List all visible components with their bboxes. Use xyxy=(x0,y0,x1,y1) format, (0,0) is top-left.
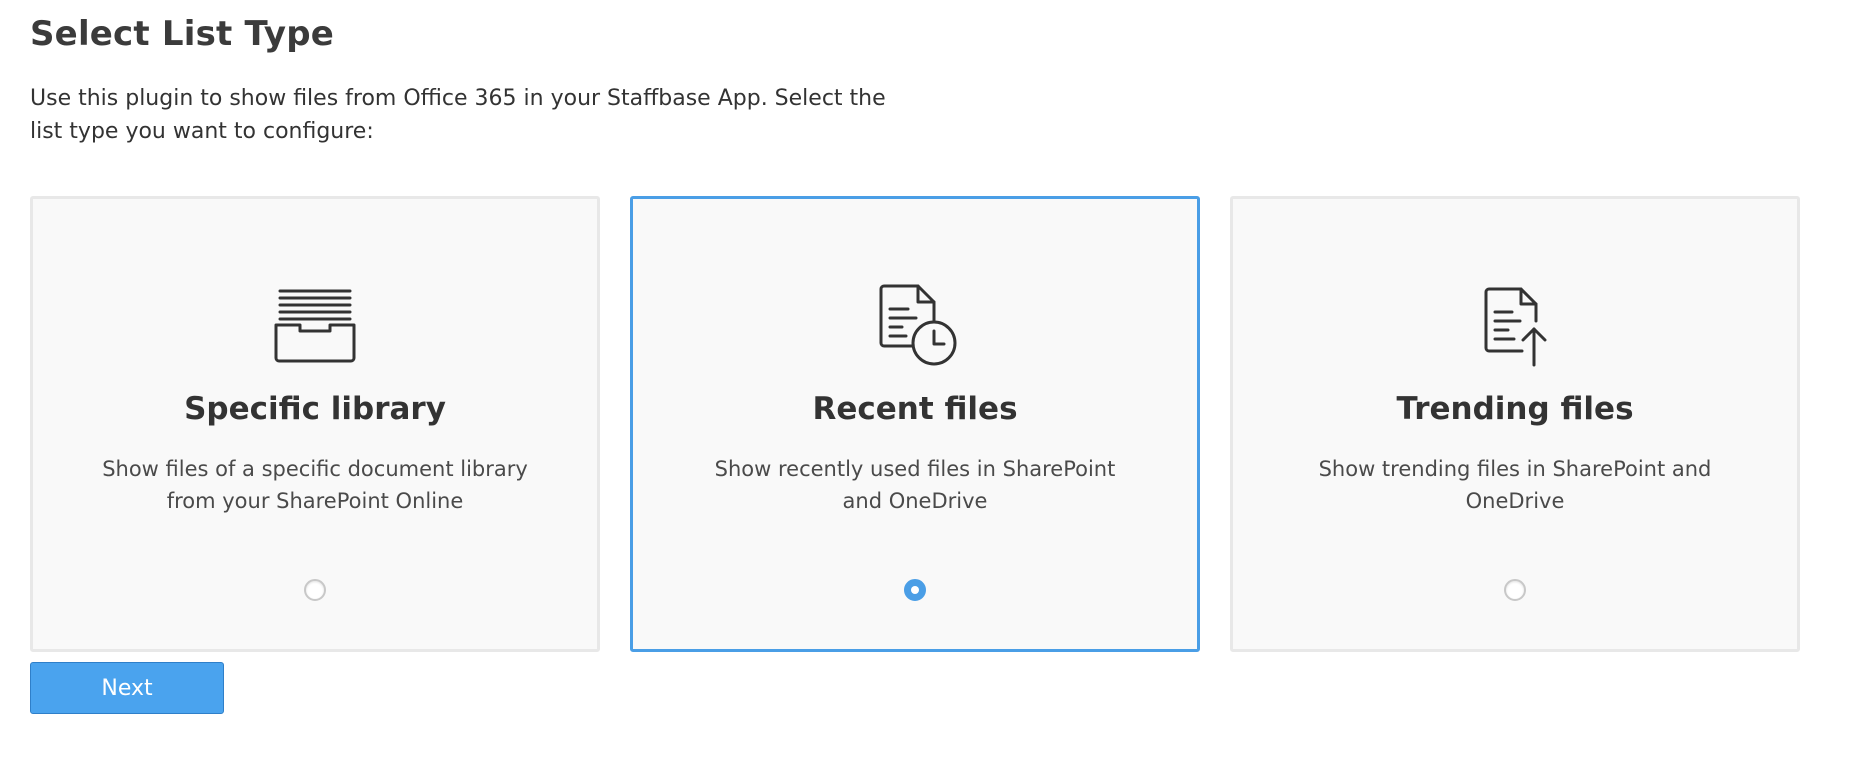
page-title: Select List Type xyxy=(30,14,335,54)
option-radio-recent-files[interactable] xyxy=(904,579,926,601)
option-card-trending-files[interactable]: Trending files Show trending files in Sh… xyxy=(1230,196,1800,652)
select-list-type-page: Select List Type Use this plugin to show… xyxy=(0,0,1856,774)
option-description: Show trending files in SharePoint and On… xyxy=(1318,457,1712,513)
document-arrow-up-icon xyxy=(1470,281,1560,371)
option-title: Specific library xyxy=(184,391,446,427)
intro-text: Use this plugin to show files from Offic… xyxy=(30,86,886,144)
option-description: Show files of a specific document librar… xyxy=(102,457,528,513)
option-card-recent-files[interactable]: Recent files Show recently used files in… xyxy=(630,196,1200,652)
document-clock-icon xyxy=(870,281,960,371)
option-radio-specific-library[interactable] xyxy=(304,579,326,601)
option-title: Trending files xyxy=(1396,391,1634,427)
option-card-specific-library[interactable]: Specific library Show files of a specifi… xyxy=(30,196,600,652)
option-radio-trending-files[interactable] xyxy=(1504,579,1526,601)
next-button[interactable]: Next xyxy=(30,662,224,714)
option-title: Recent files xyxy=(812,391,1018,427)
inbox-tray-icon xyxy=(270,281,360,371)
option-description: Show recently used files in SharePoint a… xyxy=(714,457,1116,513)
